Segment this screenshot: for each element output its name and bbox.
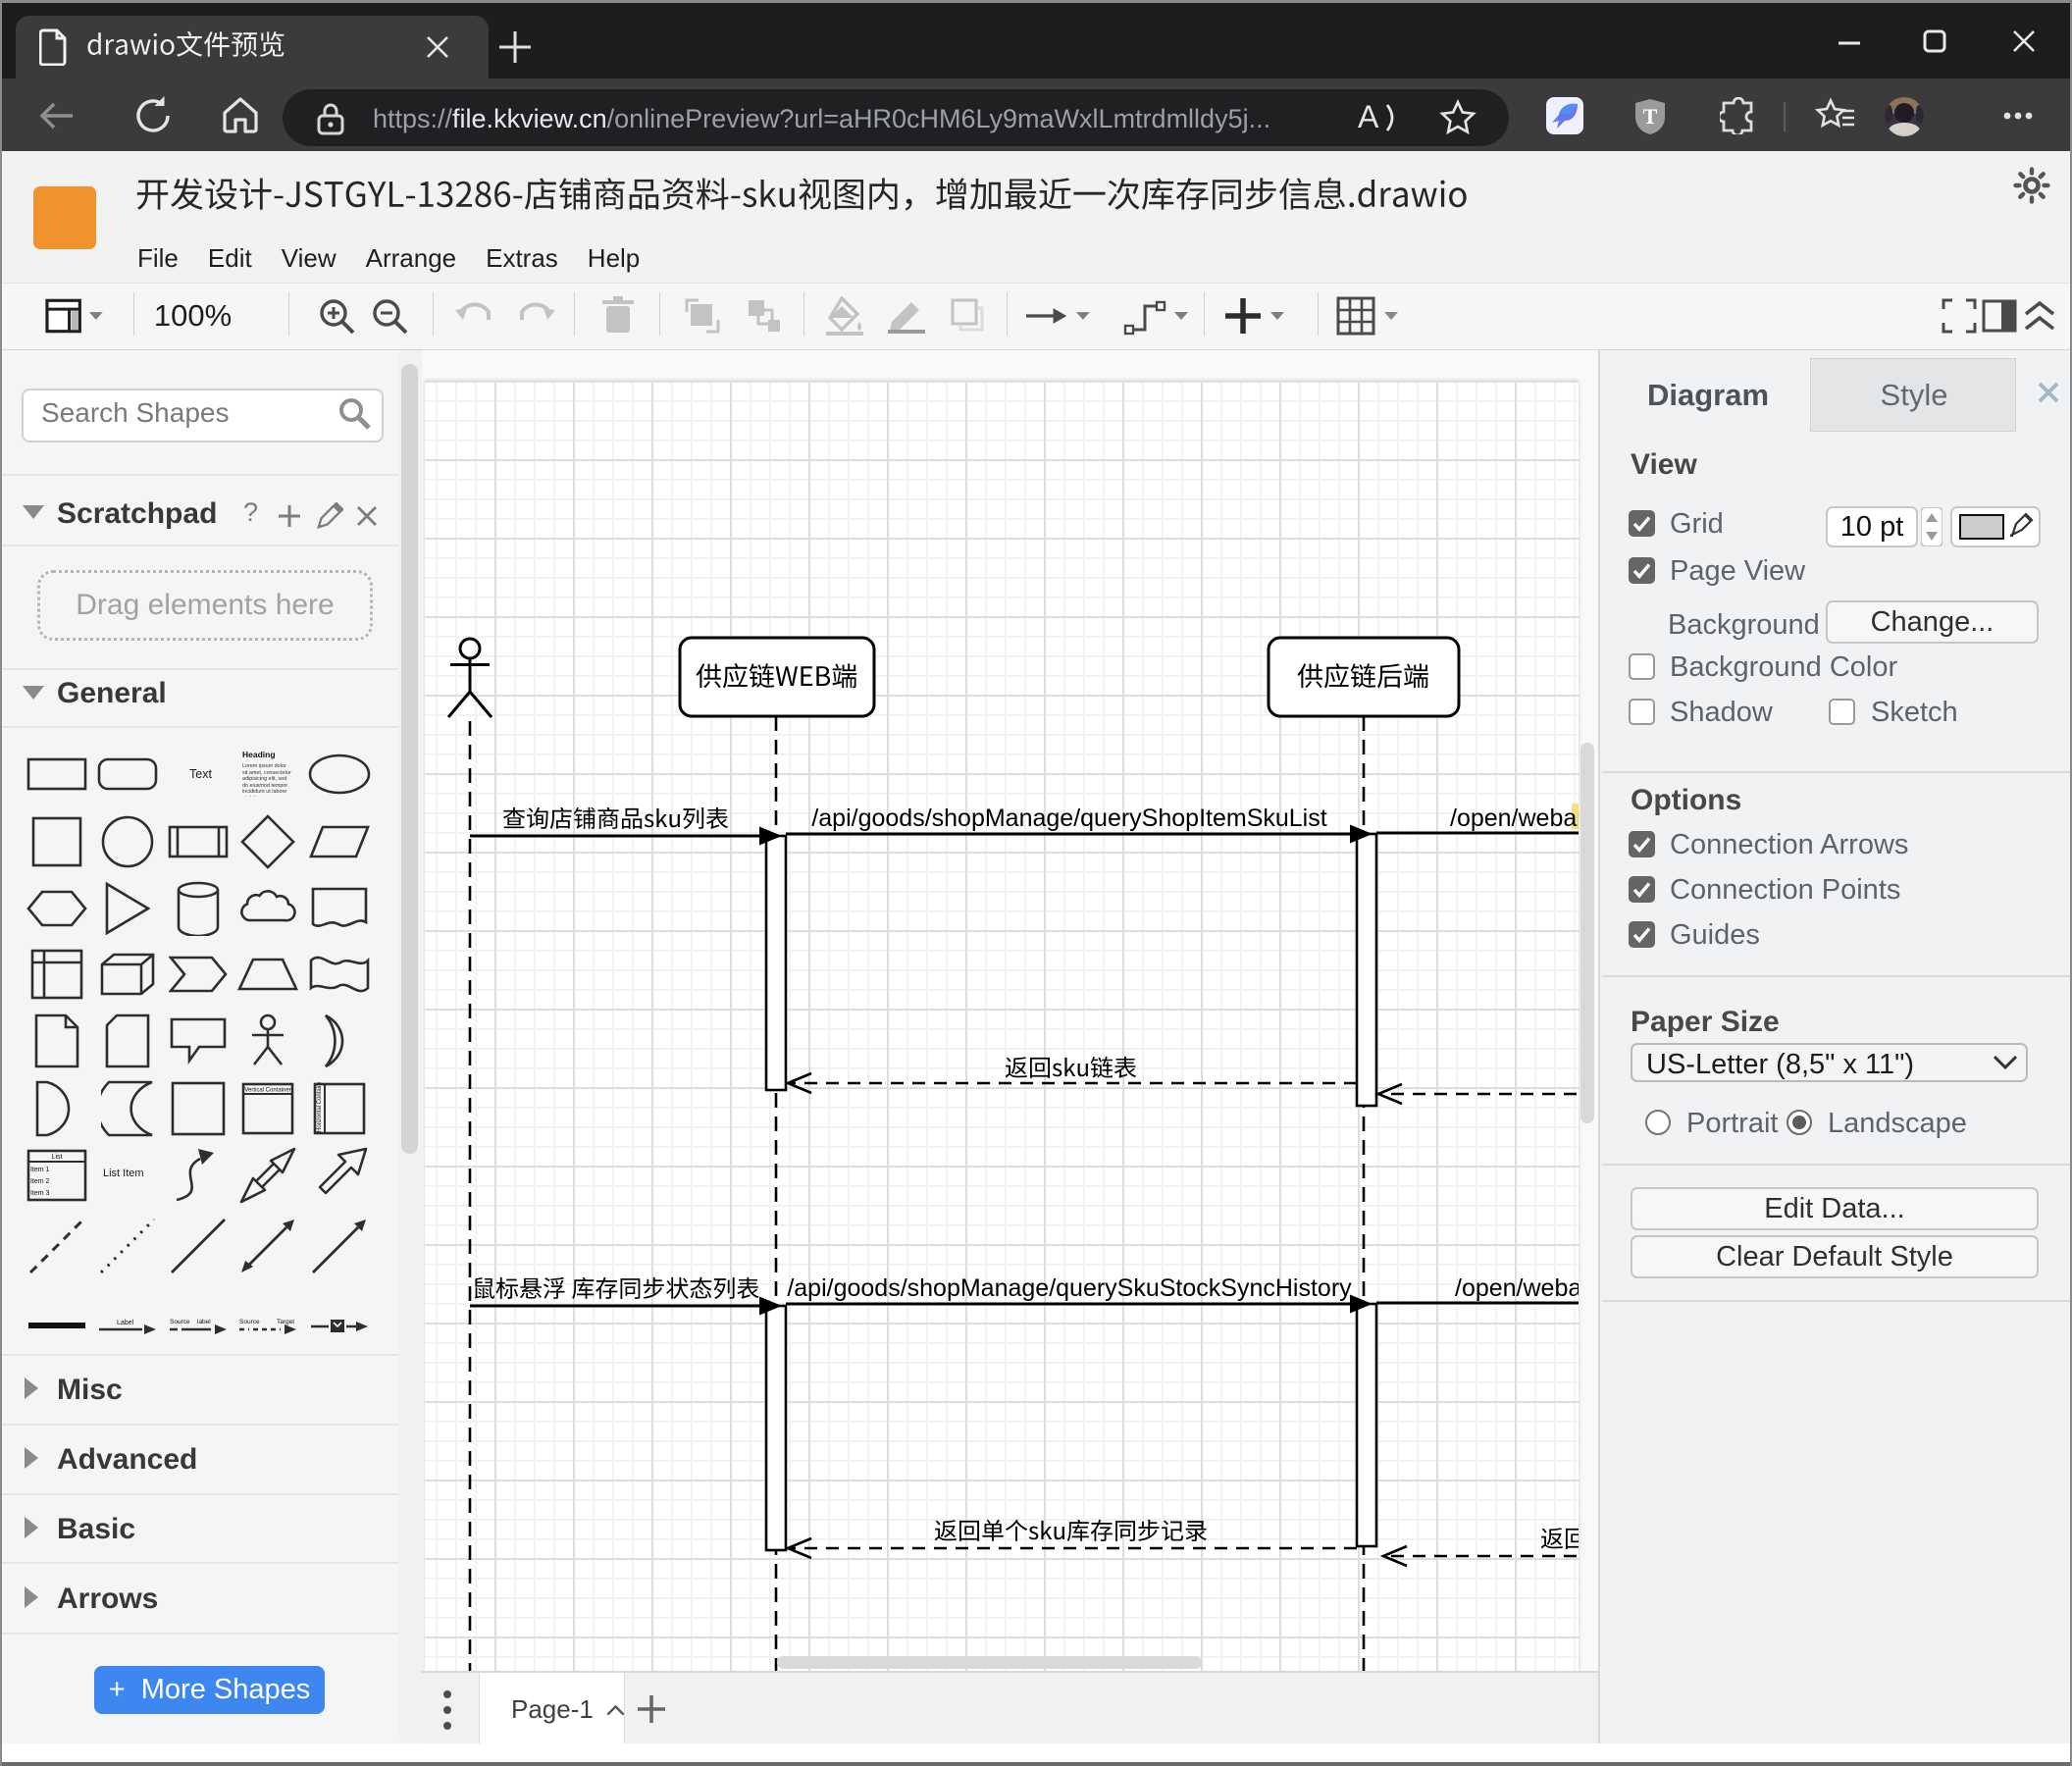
svg-text:Item 1: Item 1	[30, 1167, 50, 1173]
svg-text:/api/goods/shopManage/querySho: /api/goods/shopManage/queryShopItemSkuLi…	[811, 805, 1326, 832]
svg-text:Horizontal Container: Horizontal Container	[317, 1082, 323, 1132]
svg-text:Item 2: Item 2	[30, 1178, 50, 1185]
svg-text:Target: Target	[277, 1319, 294, 1325]
svg-text:Source: Source	[170, 1319, 190, 1325]
svg-text:/open/webapi/iten: /open/webapi/iten	[1455, 1274, 1579, 1302]
svg-text:Label: Label	[117, 1320, 134, 1326]
svg-text:Vertical Container: Vertical Container	[244, 1088, 290, 1094]
svg-text:Source: Source	[239, 1319, 260, 1325]
svg-text:T: T	[1643, 104, 1658, 129]
svg-text:/open/webapi/: /open/webapi/	[1450, 805, 1579, 832]
svg-text:/api/goods/shopManage/querySku: /api/goods/shopManage/querySkuStockSyncH…	[787, 1274, 1352, 1302]
svg-text:List: List	[52, 1154, 63, 1161]
svg-text:Item 3: Item 3	[30, 1190, 50, 1197]
svg-text:label: label	[197, 1319, 211, 1325]
